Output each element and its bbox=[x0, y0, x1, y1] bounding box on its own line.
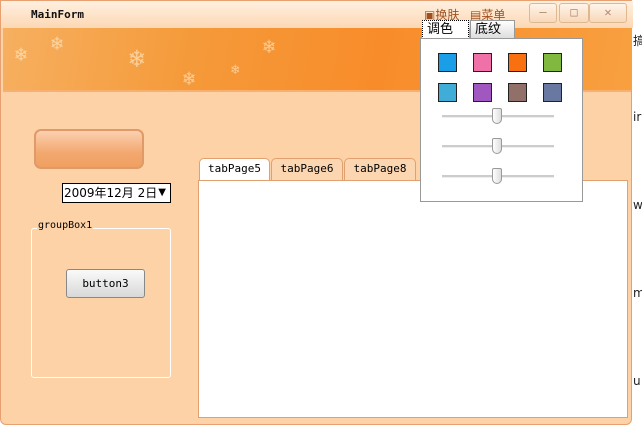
color-swatch-cyan[interactable] bbox=[438, 83, 457, 102]
color-swatch-purple[interactable] bbox=[473, 83, 492, 102]
slider-saturation-thumb[interactable] bbox=[492, 138, 502, 154]
background-text: w bbox=[633, 198, 642, 212]
color-swatch-brown[interactable] bbox=[508, 83, 527, 102]
tab-content bbox=[198, 180, 628, 418]
close-button[interactable]: ✕ bbox=[589, 3, 627, 23]
color-swatch-orange[interactable] bbox=[508, 53, 527, 72]
group-box-label: groupBox1 bbox=[37, 220, 94, 231]
snowflake-icon: ❄ bbox=[15, 42, 28, 66]
snowflake-icon: ❄ bbox=[129, 44, 145, 74]
tab-page5[interactable]: tabPage5 bbox=[199, 158, 270, 182]
maximize-button[interactable]: □ bbox=[559, 3, 589, 23]
tab-color[interactable]: 调色 bbox=[422, 20, 469, 39]
color-swatch-pink[interactable] bbox=[473, 53, 492, 72]
date-value: 2009年12月 2日 bbox=[64, 186, 158, 200]
window-title: MainForm bbox=[31, 8, 84, 21]
date-picker[interactable]: 2009年12月 2日 ▼ bbox=[62, 183, 171, 203]
title-bar: MainForm ▣换肤 ▤菜单 – □ ✕ bbox=[1, 1, 633, 28]
glossy-button[interactable] bbox=[34, 129, 144, 169]
background-text: 搞 bbox=[633, 34, 642, 48]
color-swatch-slate[interactable] bbox=[543, 83, 562, 102]
slider-hue-thumb[interactable] bbox=[492, 108, 502, 124]
snowflake-icon: ❄ bbox=[183, 66, 196, 90]
background-text: u bbox=[633, 374, 641, 388]
background-text: m bbox=[633, 286, 642, 300]
color-swatch-green[interactable] bbox=[543, 53, 562, 72]
background-text: ir bbox=[633, 110, 642, 124]
color-swatch-blue[interactable] bbox=[438, 53, 457, 72]
minimize-button[interactable]: – bbox=[529, 3, 557, 23]
snowflake-icon: ❄ bbox=[51, 31, 64, 55]
snowflake-icon: ❄ bbox=[263, 34, 276, 58]
tab-page8[interactable]: tabPage8 bbox=[344, 158, 416, 180]
tab-page6[interactable]: tabPage6 bbox=[271, 158, 343, 180]
button3[interactable]: button3 bbox=[66, 269, 145, 298]
slider-brightness-thumb[interactable] bbox=[492, 168, 502, 184]
snowflake-icon: ❄ bbox=[231, 62, 240, 78]
tab-texture[interactable]: 底纹 bbox=[470, 20, 515, 39]
chevron-down-icon[interactable]: ▼ bbox=[158, 184, 166, 202]
group-box bbox=[31, 228, 171, 378]
